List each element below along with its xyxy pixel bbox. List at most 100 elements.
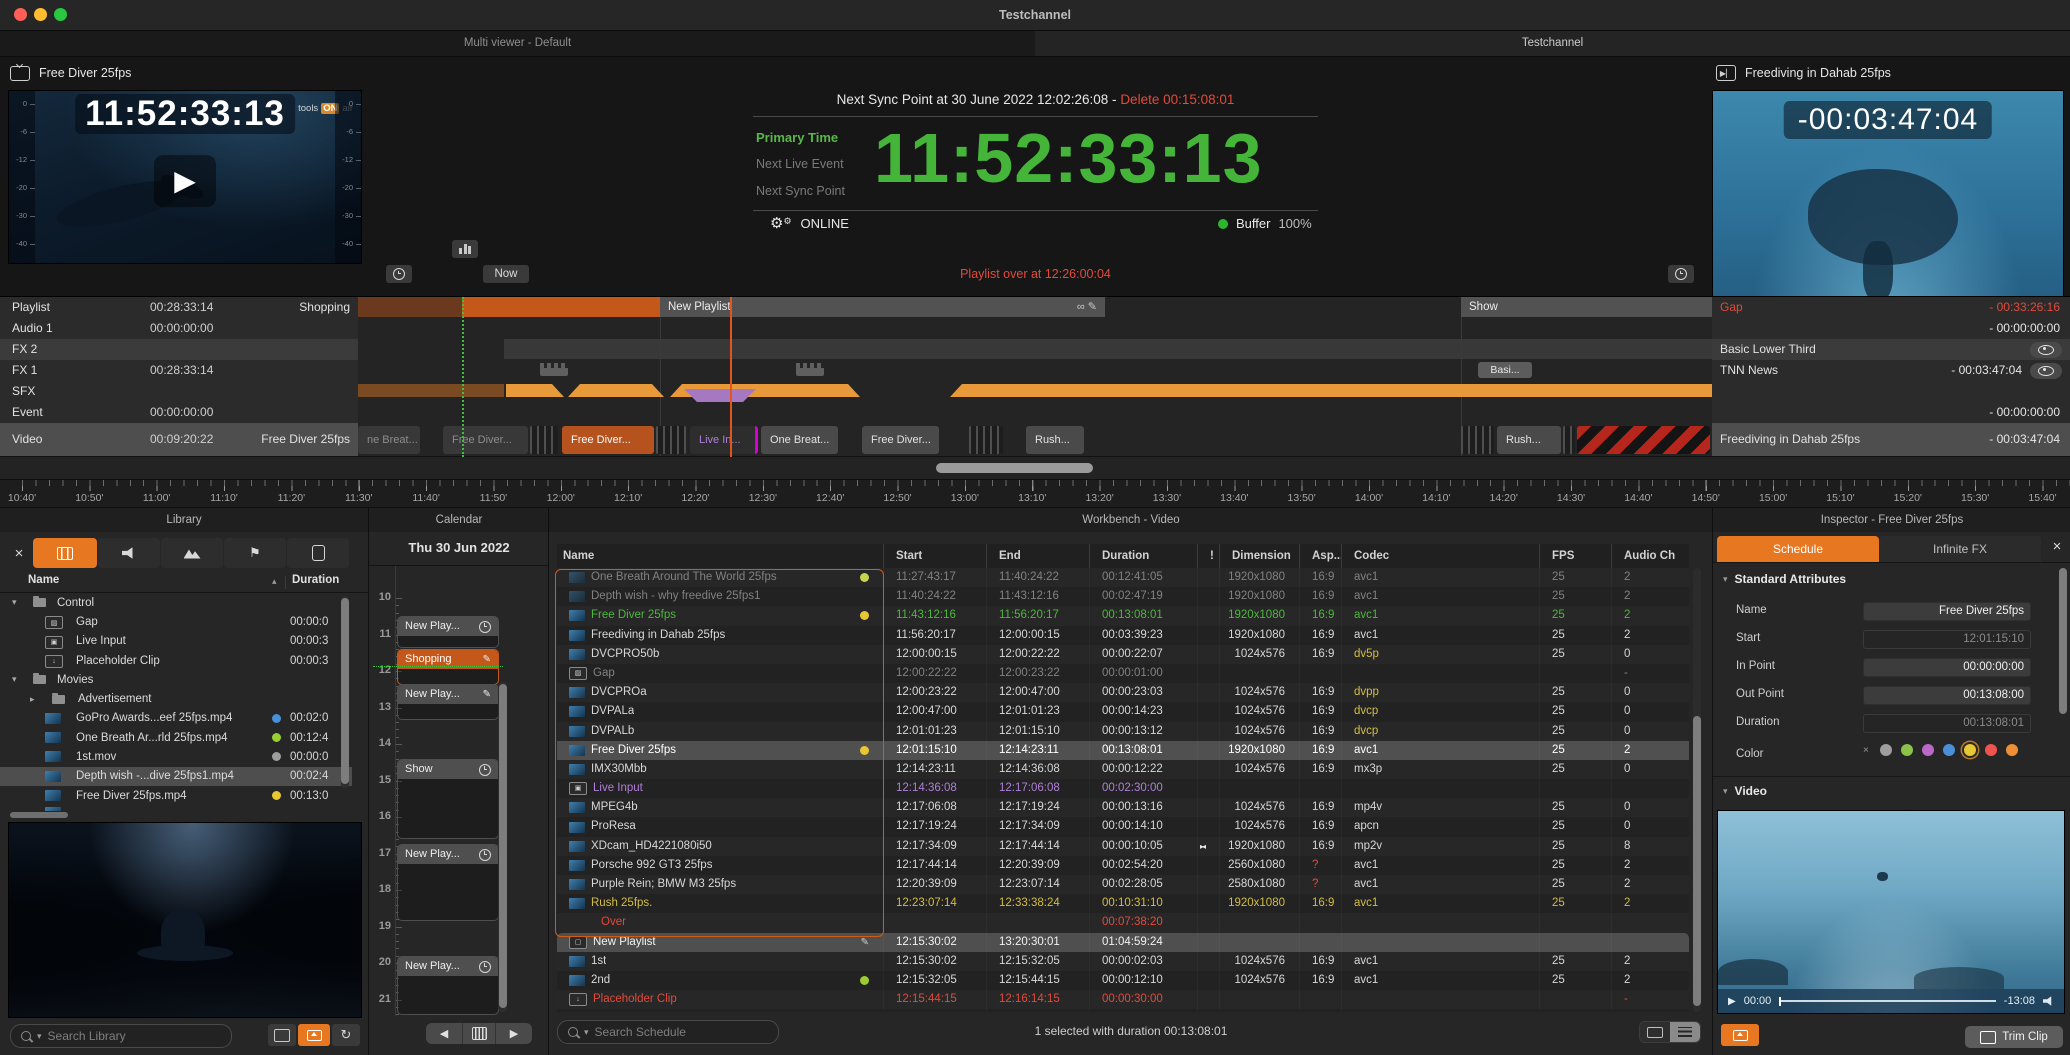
video-clip[interactable]: Live In...	[690, 426, 758, 454]
library-row-advertisement[interactable]: ▸Advertisement	[0, 690, 352, 709]
calendar-event-new-play-[interactable]: New Play...	[397, 844, 499, 921]
track-header-event[interactable]: Event00:00:00:00	[0, 402, 358, 424]
track-header-audio1[interactable]: Audio 100:00:00:00	[0, 318, 358, 340]
schedule-row-imx30mbb[interactable]: IMX30Mbb12:14:23:1112:14:36:0800:00:12:2…	[557, 760, 1689, 779]
playlist-block-show[interactable]: Show	[1461, 297, 1712, 317]
timeline-scrollbar-track[interactable]	[0, 456, 2070, 480]
schedule-row-live-input[interactable]: ▣Live Input12:14:36:0812:17:06:0800:02:3…	[557, 779, 1689, 798]
workbench-vscrollbar[interactable]	[1693, 568, 1701, 1012]
library-filter-cards-button[interactable]	[287, 538, 349, 568]
video-clip[interactable]: Free Diver...	[562, 426, 654, 454]
library-filter-video-button[interactable]	[33, 538, 97, 568]
chevron-down-icon[interactable]: ▾	[12, 674, 17, 685]
library-column-header[interactable]: Name ▴ Duration	[0, 574, 368, 593]
schedule-row-rush-25fps-[interactable]: Rush 25fps.12:23:07:1412:33:38:2400:10:3…	[557, 894, 1689, 913]
video-clip[interactable]: One Breat...	[761, 426, 838, 454]
calendar-event-show[interactable]: Show	[397, 759, 499, 839]
calendar-event-new-play-[interactable]: New Play...	[397, 616, 499, 648]
timeline-scrollbar-thumb[interactable]	[936, 463, 1093, 473]
inspector-video-preview[interactable]: ▶00:00-13:08	[1717, 810, 2065, 1014]
library-vscrollbar-thumb[interactable]	[341, 598, 349, 784]
field-input-start[interactable]: 12:01:15:10	[1863, 630, 2031, 649]
chevron-down-icon[interactable]: ▾	[12, 597, 17, 608]
calendar-date[interactable]: Thu 30 Jun 2022	[369, 540, 549, 555]
video-clip[interactable]: ne Breat...	[358, 426, 420, 454]
now-button[interactable]: Now	[483, 265, 529, 283]
field-input-out-point[interactable]: 00:13:08:00	[1863, 686, 2031, 705]
library-row-gopro-awards-eef-25fps-mp4[interactable]: GoPro Awards...eef 25fps.mp400:02:0	[0, 709, 352, 728]
player-scrub-bar[interactable]	[1779, 1000, 1996, 1002]
schedule-row-dvpalb[interactable]: DVPALb12:01:01:2312:01:15:1000:00:13:121…	[557, 722, 1689, 741]
calendar-next-button[interactable]: ▶	[496, 1023, 532, 1044]
library-close-button[interactable]: ×	[8, 538, 30, 568]
calendar-event-new-play-[interactable]: New Play...✎	[397, 684, 499, 720]
schedule-row-dvcpro50b[interactable]: DVCPRO50b12:00:00:1512:00:22:2200:00:22:…	[557, 645, 1689, 664]
track-header-video[interactable]: Video00:09:20:22Free Diver 25fps	[0, 423, 358, 458]
library-row-control[interactable]: ▾Control	[0, 593, 352, 612]
video-clip[interactable]: Rush...	[1497, 426, 1561, 454]
library-row-live-input[interactable]: ▣Live Input00:00:3	[0, 632, 352, 651]
library-row-partial[interactable]	[0, 805, 352, 811]
column-header-duration[interactable]: Duration	[1089, 544, 1197, 568]
column-header-name[interactable]: Name	[557, 544, 883, 568]
program-video[interactable]: 11:52:33:13 tools ON air ▶ 0-6-12-20-30-…	[8, 90, 362, 264]
stats-button[interactable]	[452, 240, 478, 258]
tab-multi-viewer[interactable]: Multi viewer - Default	[0, 31, 1035, 57]
timeline-lane-event[interactable]	[358, 402, 1712, 424]
timeline-ruler[interactable]: 10:40'10:50'11:00'11:10'11:20'11:30'11:4…	[0, 479, 2070, 508]
column-header-end[interactable]: End	[986, 544, 1089, 568]
fx-keyframe-comb-icon[interactable]	[796, 363, 824, 376]
library-row-gap[interactable]: ▨Gap00:00:0	[0, 612, 352, 631]
schedule-row-proresa[interactable]: ProResa12:17:19:2412:17:34:0900:00:14:10…	[557, 817, 1689, 836]
calendar-today-button[interactable]	[463, 1023, 496, 1044]
column-header--[interactable]: !	[1197, 544, 1219, 568]
timeline-lane-audio1[interactable]	[358, 318, 1712, 340]
play-button[interactable]: ▶	[154, 155, 216, 207]
library-list[interactable]: ▾Control▨Gap00:00:0▣Live Input00:00:3↓Pl…	[0, 593, 368, 811]
video-clip[interactable]: Rush...	[1026, 426, 1084, 454]
schedule-row-1st[interactable]: 1st12:15:30:0212:15:32:0500:00:02:031024…	[557, 952, 1689, 971]
schedule-row-new-playlist[interactable]: ▢New Playlist✎12:15:30:0213:20:30:0101:0…	[557, 933, 1689, 952]
countdown-button-right[interactable]	[1668, 265, 1694, 283]
track-header-fx2[interactable]: FX 2	[0, 339, 358, 361]
fx-visibility-button[interactable]	[2030, 363, 2062, 379]
fx-visibility-button[interactable]	[2030, 342, 2062, 358]
schedule-row-xdcam-hd4221080i50[interactable]: XDcam_HD4221080i5012:17:34:0912:17:44:14…	[557, 837, 1689, 856]
player-volume-icon[interactable]	[2043, 996, 2054, 1006]
schedule-row-3rd[interactable]: 3rd12:16:14:1512:16:25:0000:00:10:101024…	[557, 1009, 1689, 1012]
column-header-fps[interactable]: FPS	[1539, 544, 1611, 568]
next-sync-point-label[interactable]: Next Sync Point	[756, 184, 845, 198]
library-filter-images-button[interactable]	[161, 538, 223, 568]
chevron-right-icon[interactable]: ▸	[30, 694, 35, 705]
column-header-start[interactable]: Start	[883, 544, 986, 568]
library-filter-audio-button[interactable]	[98, 538, 160, 568]
workbench-column-header[interactable]: NameStartEndDuration!DimensionAsp...Code…	[557, 544, 1689, 569]
track-header-sfx[interactable]: SFX	[0, 381, 358, 403]
calendar-prev-button[interactable]: ◀	[426, 1023, 463, 1044]
schedule-row-2nd[interactable]: 2nd12:15:32:0512:15:44:1500:00:12:101024…	[557, 971, 1689, 990]
playlist-block-new-playlist[interactable]: New Playlist∞ ✎	[660, 297, 1105, 317]
column-header-audio-ch[interactable]: Audio Ch	[1611, 544, 1689, 568]
field-input-duration[interactable]: 00:13:08:01	[1863, 714, 2031, 733]
library-row-depth-wish-dive-25fps1-mp4[interactable]: Depth wish -...dive 25fps1.mp400:02:4	[0, 767, 352, 786]
workbench-vscrollbar-thumb[interactable]	[1693, 716, 1701, 1006]
timeline-area[interactable]: New Playlist∞ ✎ShowBasi...ne Breat...Fre…	[358, 296, 1712, 457]
field-input-in-point[interactable]: 00:00:00:00	[1863, 658, 2031, 677]
countdown-button-left[interactable]	[386, 265, 412, 283]
inspector-preview-toggle-button[interactable]	[1721, 1024, 1759, 1046]
sfx-audio-bar[interactable]	[358, 384, 504, 397]
schedule-row-gap[interactable]: ▨Gap12:00:22:2212:00:23:2200:00:01:00-	[557, 664, 1689, 683]
library-row-free-diver-25fps-mp4[interactable]: Free Diver 25fps.mp400:13:0	[0, 786, 352, 805]
playlist-block[interactable]	[358, 297, 462, 317]
fx-keyframe-comb-icon[interactable]	[540, 363, 568, 376]
tab-testchannel[interactable]: Testchannel	[1035, 31, 2070, 57]
calendar-day-view[interactable]: 101112131415161718192021New Play...Shopp…	[369, 565, 549, 1016]
schedule-row-mpeg4b[interactable]: MPEG4b12:17:06:0812:17:19:2400:00:13:161…	[557, 798, 1689, 817]
gears-icon[interactable]: ⚙⚙	[770, 214, 792, 232]
schedule-row-free-diver-25fps[interactable]: Free Diver 25fps11:43:12:1611:56:20:1700…	[557, 606, 1689, 625]
library-row-placeholder-clip[interactable]: ↓Placeholder Clip00:00:3	[0, 651, 352, 670]
library-row-1st-mov[interactable]: 1st.mov00:00:0	[0, 747, 352, 766]
schedule-row-dvpala[interactable]: DVPALa12:00:47:0012:01:01:2300:00:14:231…	[557, 702, 1689, 721]
schedule-row-freediving-in-dahab-25fps[interactable]: Freediving in Dahab 25fps11:56:20:1712:0…	[557, 626, 1689, 645]
library-hscrollbar-thumb[interactable]	[10, 812, 68, 818]
